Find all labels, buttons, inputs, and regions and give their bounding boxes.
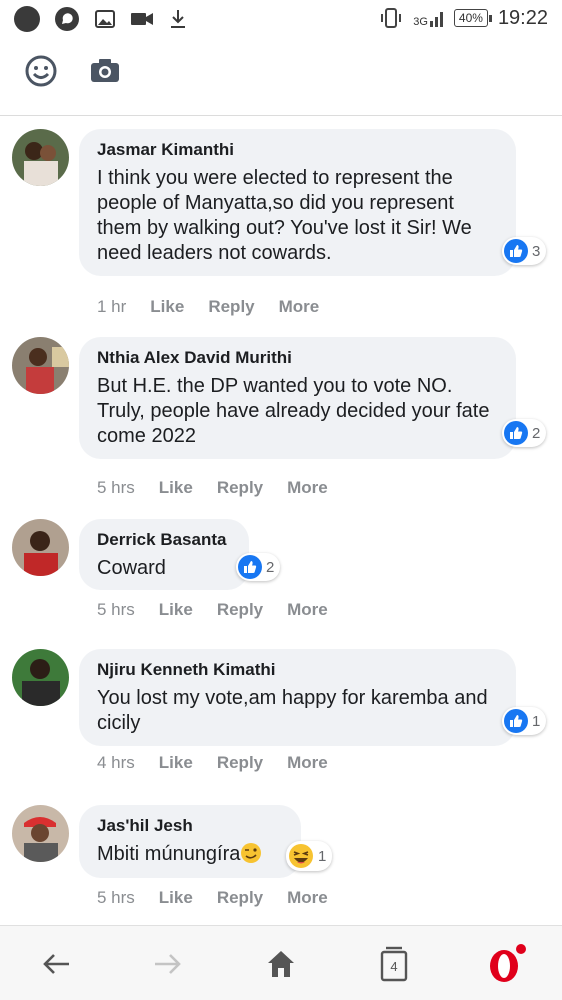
- tabs-button[interactable]: 4: [374, 944, 414, 984]
- back-button[interactable]: [36, 944, 76, 984]
- emoji-icon[interactable]: [24, 54, 58, 88]
- camera-icon[interactable]: [88, 54, 122, 88]
- reaction-count: 2: [532, 424, 541, 442]
- comment-time[interactable]: 4 hrs: [97, 753, 135, 773]
- battery-indicator: 40%: [453, 9, 492, 27]
- more-button[interactable]: More: [287, 478, 328, 498]
- like-button[interactable]: Like: [159, 888, 193, 908]
- home-icon: [268, 951, 294, 977]
- status-bar: 3G 40% 19:22: [0, 0, 562, 40]
- like-reaction-icon: [238, 555, 262, 579]
- forward-button[interactable]: [148, 944, 188, 984]
- comment-bubble: Njiru Kenneth Kimathi You lost my vote,a…: [79, 649, 516, 746]
- comment-toolbar: [0, 40, 562, 116]
- reaction-badge[interactable]: 2: [236, 553, 281, 581]
- reply-button[interactable]: Reply: [217, 478, 263, 498]
- comment-author[interactable]: Nthia Alex David Murithi: [97, 347, 498, 369]
- like-button[interactable]: Like: [159, 600, 193, 620]
- comment-time[interactable]: 5 hrs: [97, 478, 135, 498]
- comment-author[interactable]: Jasmar Kimanthi: [97, 139, 498, 161]
- reaction-badge[interactable]: 1: [502, 707, 547, 735]
- comment-time[interactable]: 5 hrs: [97, 888, 135, 908]
- avatar[interactable]: [12, 805, 69, 862]
- status-time: 19:22: [497, 6, 548, 29]
- comment-text: You lost my vote,am happy for karemba an…: [97, 687, 494, 734]
- reaction-badge[interactable]: 3: [502, 237, 547, 265]
- more-button[interactable]: More: [287, 753, 328, 773]
- reaction-badge[interactable]: 1: [286, 841, 333, 871]
- reaction-count: 3: [532, 242, 541, 260]
- like-button[interactable]: Like: [150, 297, 184, 317]
- comment-actions: 5 hrs Like Reply More: [97, 478, 328, 498]
- signal-icon: 3G: [413, 9, 444, 28]
- browser-bottom-nav: 4: [0, 925, 562, 1000]
- comment-actions: 1 hr Like Reply More: [97, 297, 319, 317]
- comment-bubble: Jasmar Kimanthi I think you were elected…: [79, 129, 516, 276]
- video-icon: [131, 13, 153, 25]
- home-button[interactable]: [261, 944, 301, 984]
- more-button[interactable]: More: [287, 888, 328, 908]
- opera-logo-icon: [490, 944, 526, 982]
- like-reaction-icon: [504, 421, 528, 445]
- reply-button[interactable]: Reply: [208, 297, 254, 317]
- gallery-icon: [95, 10, 115, 28]
- comment-bubble: Nthia Alex David Murithi But H.E. the DP…: [79, 337, 516, 459]
- comment-actions: 5 hrs Like Reply More: [97, 888, 328, 908]
- reply-button[interactable]: Reply: [217, 888, 263, 908]
- tabs-count: 4: [390, 958, 398, 974]
- reaction-count: 1: [318, 847, 327, 865]
- like-reaction-icon: [504, 239, 528, 263]
- comment-actions: 4 hrs Like Reply More: [97, 753, 328, 773]
- comment-author[interactable]: Njiru Kenneth Kimathi: [97, 659, 498, 681]
- reaction-badge[interactable]: 2: [502, 419, 547, 447]
- more-button[interactable]: More: [287, 600, 328, 620]
- comment-bubble: Derrick Basanta Coward: [79, 519, 249, 590]
- comments-list: Jasmar Kimanthi I think you were elected…: [0, 117, 562, 925]
- avatar[interactable]: [12, 649, 69, 706]
- like-reaction-icon: [504, 709, 528, 733]
- opera-menu-button[interactable]: [486, 944, 526, 984]
- comment-author[interactable]: Derrick Basanta: [97, 529, 231, 551]
- comment-text: But H.E. the DP wanted you to vote NO. T…: [97, 375, 496, 447]
- comment-text: Coward: [97, 557, 166, 579]
- comment-bubble: Jas'hil Jesh Mbiti múnungíra: [79, 805, 301, 878]
- avatar[interactable]: [12, 129, 69, 186]
- forward-arrow-icon: [155, 954, 181, 974]
- back-arrow-icon: [43, 954, 69, 974]
- comment-time[interactable]: 1 hr: [97, 297, 126, 317]
- comment-time[interactable]: 5 hrs: [97, 600, 135, 620]
- reaction-count: 1: [532, 712, 541, 730]
- comment-actions: 5 hrs Like Reply More: [97, 600, 328, 620]
- comment-author[interactable]: Jas'hil Jesh: [97, 815, 283, 837]
- notification-dot-icon: [14, 6, 40, 32]
- reply-button[interactable]: Reply: [217, 753, 263, 773]
- comment-text: I think you were elected to represent th…: [97, 167, 478, 264]
- reaction-count: 2: [266, 558, 275, 576]
- avatar[interactable]: [12, 337, 69, 394]
- haha-reaction-icon: [289, 844, 313, 868]
- vibrate-icon: [381, 8, 402, 28]
- more-button[interactable]: More: [279, 297, 320, 317]
- avatar[interactable]: [12, 519, 69, 576]
- reply-button[interactable]: Reply: [217, 600, 263, 620]
- winking-face-icon: [241, 843, 262, 863]
- whatsapp-icon: [55, 7, 79, 31]
- comment-text: Mbiti múnungíra: [97, 842, 283, 867]
- like-button[interactable]: Like: [159, 753, 193, 773]
- like-button[interactable]: Like: [159, 478, 193, 498]
- download-icon: [171, 10, 185, 28]
- comment-text-content: Mbiti múnungíra: [97, 843, 241, 865]
- network-type: 3G: [413, 16, 428, 28]
